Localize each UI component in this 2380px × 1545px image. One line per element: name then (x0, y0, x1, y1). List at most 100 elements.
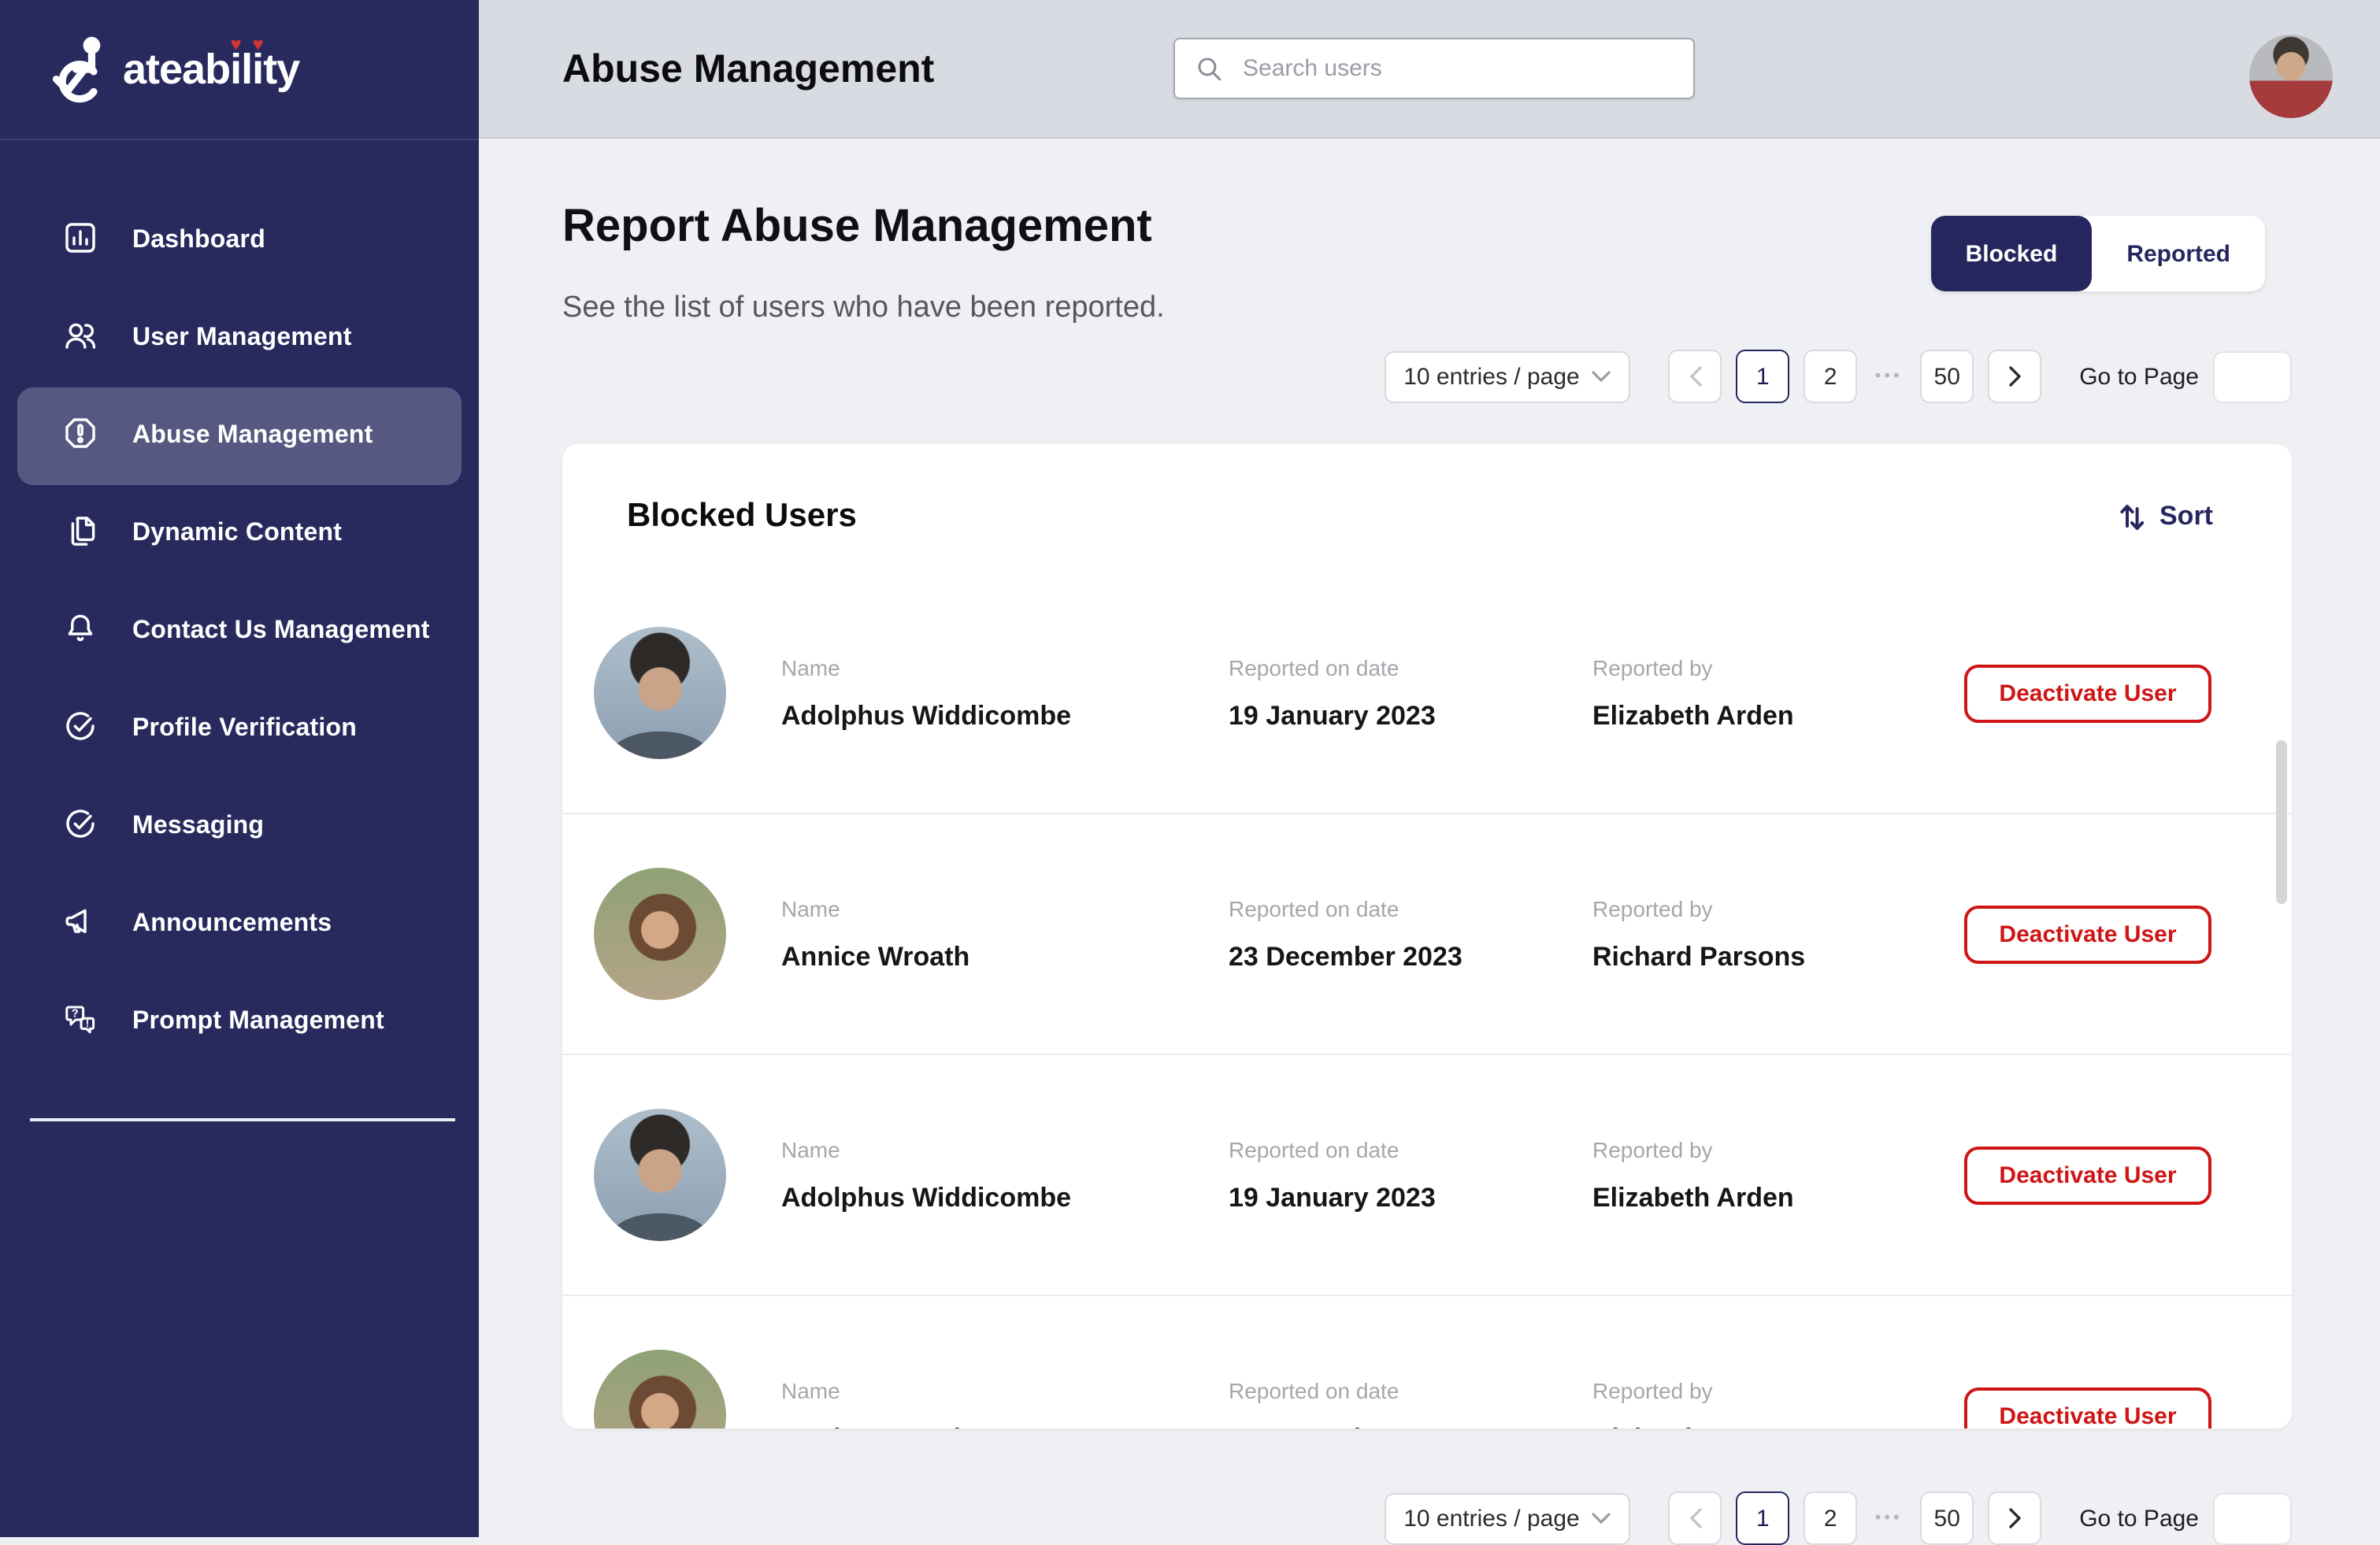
wheelchair-logo-icon (47, 33, 120, 106)
check-circle-icon (61, 804, 99, 850)
users-icon (61, 316, 99, 361)
sidebar-item-profile-verification[interactable]: Profile Verification (17, 680, 462, 778)
search-box (1173, 38, 1695, 99)
chevron-down-icon (1591, 369, 1611, 383)
goto-page-label: Go to Page (2079, 1505, 2199, 1532)
reported-date: 19 January 2023 (1229, 700, 1592, 732)
deactivate-user-button[interactable]: Deactivate User (1964, 1146, 2211, 1204)
column-label-date: Reported on date (1229, 1377, 1592, 1402)
search-input[interactable] (1240, 54, 1674, 83)
column-label-date: Reported on date (1229, 654, 1592, 680)
sidebar-item-prompt-management[interactable]: ?! Prompt Management (17, 973, 462, 1071)
megaphone-icon (61, 902, 99, 947)
page-50-button[interactable]: 50 (1920, 350, 1974, 403)
reported-by: Richard Parsons (1592, 1423, 1964, 1428)
column-label-by: Reported by (1592, 654, 1964, 680)
user-avatar (594, 1109, 726, 1241)
blocked-user-row: Name Adolphus Widdicombe Reported on dat… (562, 573, 2292, 814)
pager: 1 2 ••• 50 (1668, 350, 2041, 403)
sidebar-item-label: Abuse Management (132, 422, 373, 450)
user-name: Adolphus Widdicombe (781, 700, 1229, 732)
card-title: Blocked Users (627, 498, 857, 535)
search-icon (1194, 54, 1224, 83)
sidebar-item-label: Profile Verification (132, 715, 357, 743)
chevron-down-icon (1591, 1511, 1611, 1525)
tab-blocked[interactable]: Blocked (1931, 216, 2093, 291)
sort-label: Sort (2159, 501, 2213, 532)
goto-page-input[interactable] (2213, 1492, 2292, 1544)
column-label-name: Name (781, 895, 1229, 921)
sidebar-item-label: Contact Us Management (132, 617, 430, 646)
goto-page-input[interactable] (2213, 350, 2292, 402)
blocked-user-row: Name Adolphus Widdicombe Reported on dat… (562, 1055, 2292, 1296)
sidebar-divider (30, 1118, 455, 1121)
user-avatar (594, 868, 726, 1000)
reported-by: Elizabeth Arden (1592, 700, 1964, 732)
deactivate-user-button[interactable]: Deactivate User (1964, 1387, 2211, 1428)
reported-date: 19 January 2023 (1229, 1182, 1592, 1213)
page-title: Report Abuse Management (562, 202, 1152, 254)
sidebar-nav: Dashboard User Management Abuse Manageme… (0, 140, 479, 1071)
pagination-top: 10 entries / page 1 2 ••• 50 Go to Page (1385, 350, 2292, 403)
scrollbar-thumb[interactable] (2276, 740, 2287, 904)
sidebar-item-abuse-management[interactable]: Abuse Management (17, 387, 462, 485)
page-subtitle: See the list of users who have been repo… (562, 291, 1165, 326)
user-name: Annice Wroath (781, 941, 1229, 973)
blocked-user-row: Name Annice Wroath Reported on date 23 D… (562, 1296, 2292, 1428)
column-label-date: Reported on date (1229, 1136, 1592, 1162)
reported-by: Richard Parsons (1592, 941, 1964, 973)
dashboard-icon (61, 218, 99, 264)
blocked-users-card: Blocked Users Sort Name Adolphus Widdico… (562, 444, 2292, 1428)
column-label-by: Reported by (1592, 895, 1964, 921)
column-label-name: Name (781, 1136, 1229, 1162)
sidebar-item-contact-us[interactable]: Contact Us Management (17, 583, 462, 680)
sidebar-item-label: Dashboard (132, 227, 265, 255)
sidebar-item-dynamic-content[interactable]: Dynamic Content (17, 485, 462, 583)
reported-by: Elizabeth Arden (1592, 1182, 1964, 1213)
entries-per-page-select[interactable]: 10 entries / page (1385, 1492, 1630, 1544)
topbar-title: Abuse Management (562, 0, 934, 139)
reported-date: 23 December 2023 (1229, 1423, 1592, 1428)
topbar: Abuse Management (479, 0, 2380, 139)
profile-avatar[interactable] (2249, 35, 2333, 118)
sidebar-item-label: User Management (132, 324, 352, 353)
sidebar-item-announcements[interactable]: Announcements (17, 876, 462, 973)
sidebar-item-label: Dynamic Content (132, 520, 342, 548)
page-2-button[interactable]: 2 (1804, 350, 1857, 403)
app-window: ateability Dashboard User Management Abu… (0, 0, 2380, 1537)
sidebar-item-messaging[interactable]: Messaging (17, 778, 462, 876)
sort-arrows-icon (2117, 500, 2147, 533)
column-label-name: Name (781, 654, 1229, 680)
entries-per-page-value: 10 entries / page (1403, 363, 1580, 390)
sidebar-item-user-management[interactable]: User Management (17, 290, 462, 387)
entries-per-page-select[interactable]: 10 entries / page (1385, 350, 1630, 402)
page-1-button[interactable]: 1 (1736, 350, 1789, 403)
user-name: Annice Wroath (781, 1423, 1229, 1428)
column-label-by: Reported by (1592, 1377, 1964, 1402)
column-label-name: Name (781, 1377, 1229, 1402)
alert-octagon-icon (61, 413, 99, 459)
sort-button[interactable]: Sort (2117, 500, 2213, 533)
column-label-date: Reported on date (1229, 895, 1592, 921)
reported-date: 23 December 2023 (1229, 941, 1592, 973)
tab-reported[interactable]: Reported (2092, 216, 2265, 291)
svg-text:?: ? (72, 1006, 79, 1020)
pages-icon (61, 511, 99, 557)
column-label-by: Reported by (1592, 1136, 1964, 1162)
pagination-ellipsis: ••• (1871, 1509, 1906, 1528)
user-avatar (594, 1350, 726, 1428)
bell-icon (61, 609, 99, 654)
next-page-button[interactable] (1988, 350, 2041, 403)
blocked-users-list: Name Adolphus Widdicombe Reported on dat… (562, 573, 2292, 1428)
prev-page-button[interactable] (1668, 350, 1722, 403)
chevron-right-icon (2007, 1507, 2022, 1529)
chevron-left-icon (1688, 365, 1702, 387)
sidebar: ateability Dashboard User Management Abu… (0, 0, 479, 1537)
card-header: Blocked Users Sort (562, 444, 2292, 535)
main-content: Report Abuse Management See the list of … (479, 139, 2380, 1537)
deactivate-user-button[interactable]: Deactivate User (1964, 905, 2211, 963)
blocked-user-row: Name Annice Wroath Reported on date 23 D… (562, 814, 2292, 1055)
deactivate-user-button[interactable]: Deactivate User (1964, 664, 2211, 722)
sidebar-item-dashboard[interactable]: Dashboard (17, 192, 462, 290)
entries-per-page-value: 10 entries / page (1403, 1505, 1580, 1532)
